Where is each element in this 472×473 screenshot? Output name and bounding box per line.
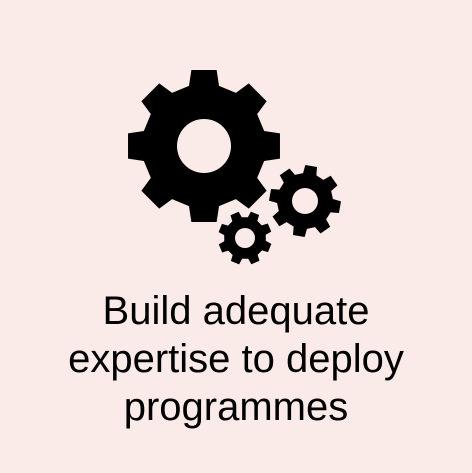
gears-icon [128, 70, 341, 265]
small-gear-icon [218, 211, 272, 265]
expertise-tile: Build adequate expertise to deploy progr… [0, 0, 472, 473]
medium-gear-icon [269, 165, 341, 237]
gear-small-hole [235, 228, 255, 248]
caption: Build adequate expertise to deploy progr… [0, 287, 472, 431]
gear-large-hole [177, 119, 231, 173]
caption-line-3: programmes [123, 385, 349, 429]
caption-line-1: Build adequate [102, 289, 370, 333]
gear-medium-hole [292, 188, 318, 214]
large-gear-icon [128, 70, 280, 222]
caption-line-2: expertise to deploy [68, 337, 404, 381]
